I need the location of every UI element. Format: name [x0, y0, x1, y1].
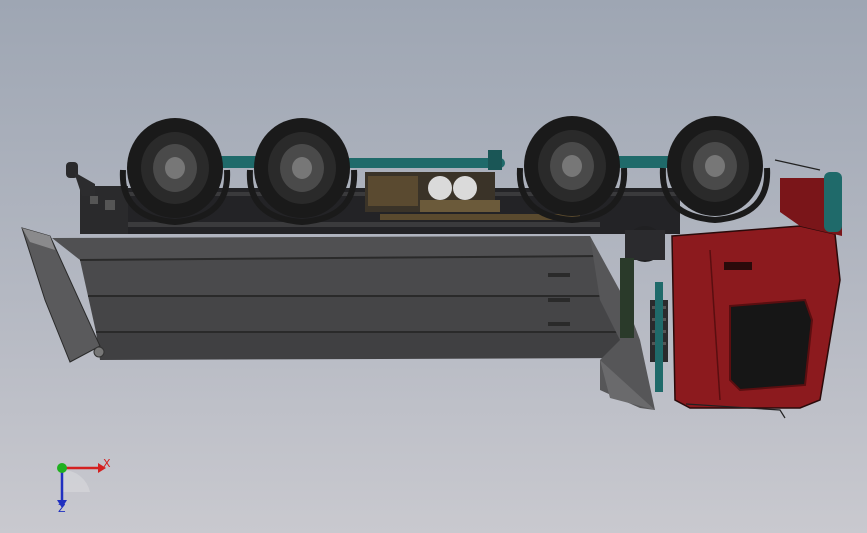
- exhaust-stack: [66, 162, 95, 196]
- truck-model[interactable]: [0, 0, 867, 533]
- cad-graphics-area[interactable]: X Z: [0, 0, 867, 533]
- y-axis-icon: [57, 463, 67, 473]
- dump-body: [21, 227, 655, 410]
- z-axis-label: Z: [58, 502, 66, 515]
- x-axis-label: X: [103, 457, 111, 470]
